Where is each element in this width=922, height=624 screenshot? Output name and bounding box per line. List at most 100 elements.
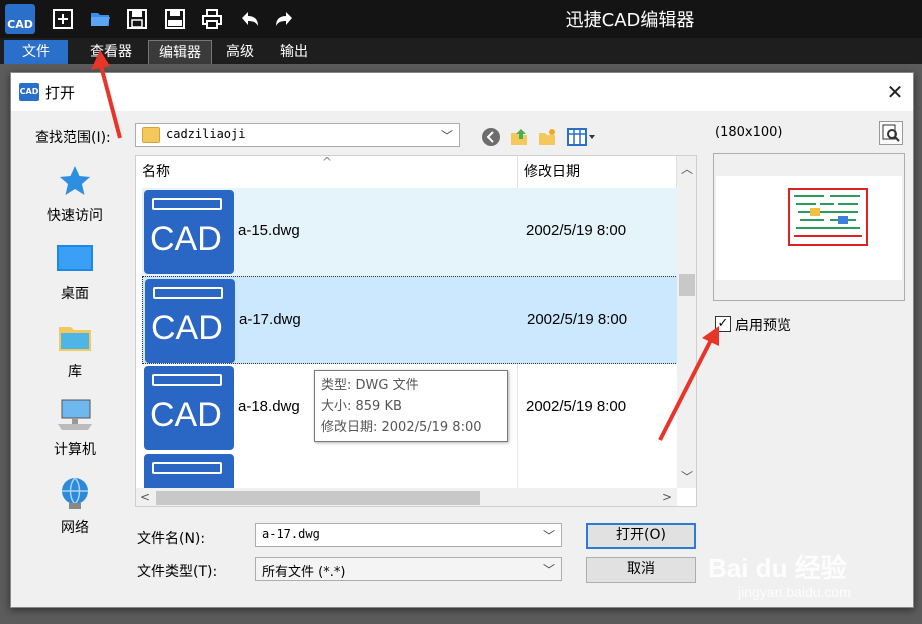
save-pdf-button[interactable]: [162, 6, 188, 32]
open-folder-button[interactable]: [87, 6, 113, 32]
desktop-icon: [57, 245, 93, 271]
star-icon: [60, 166, 90, 195]
preview-size-label: (180x100): [715, 125, 783, 140]
look-in-value: cadziliaoji: [166, 127, 246, 141]
file-date: 2002/5/19 8:00: [527, 311, 628, 328]
column-header-name[interactable]: 名称 ^: [136, 156, 518, 188]
file-row-selected[interactable]: CAD a-17.dwg 2002/5/19 8:00: [142, 276, 678, 364]
app-logo: CAD: [5, 4, 35, 34]
up-folder-icon: [511, 129, 527, 145]
watermark-url: jingyan.baidu.com: [738, 584, 851, 600]
filetype-label: 文件类型(T):: [137, 564, 218, 580]
file-name: a-15.dwg: [238, 222, 300, 239]
file-name: a-18.dwg: [238, 398, 300, 415]
magnifier-icon: [882, 124, 900, 142]
preview-panel: [713, 153, 905, 301]
folder-icon: [142, 127, 160, 143]
place-label: 桌面: [61, 286, 89, 302]
place-computer[interactable]: 计算机: [21, 397, 129, 459]
chevron-down-icon: ﹀: [542, 529, 555, 543]
folder-open-icon: [91, 13, 110, 26]
file-date: 2002/5/19 8:00: [526, 398, 627, 415]
scrollbar-thumb[interactable]: [156, 491, 480, 505]
computer-icon: [58, 399, 92, 430]
menu-tab-file[interactable]: 文件: [4, 40, 68, 64]
cad-file-icon: CAD: [145, 279, 235, 363]
sort-ascending-icon: ^: [322, 155, 333, 169]
tooltip-type: 类型: DWG 文件: [321, 378, 419, 393]
save-pdf-icon: [165, 9, 185, 29]
vertical-scrollbar[interactable]: ︿ ﹀: [677, 156, 696, 488]
new-folder-button[interactable]: [535, 125, 559, 149]
new-file-icon: [53, 9, 73, 29]
close-icon: ✕: [886, 80, 904, 104]
scroll-right-icon[interactable]: >: [662, 490, 672, 504]
place-desktop[interactable]: 桌面: [21, 241, 129, 303]
menu-tab-advanced[interactable]: 高级: [216, 40, 264, 64]
menu-tab-editor[interactable]: 编辑器: [148, 40, 212, 64]
places-bar: 快速访问 桌面 库 计算机 网络: [21, 155, 129, 607]
open-button[interactable]: 打开(O): [586, 523, 696, 549]
view-menu-button[interactable]: [565, 125, 599, 149]
file-name: a-17.dwg: [239, 311, 301, 328]
file-row[interactable]: CAD a-15.dwg 2002/5/19 8:00: [142, 188, 678, 276]
undo-icon: [242, 12, 258, 26]
redo-button[interactable]: [272, 6, 298, 32]
filename-value: a-17.dwg: [262, 527, 320, 541]
scroll-up-icon[interactable]: ︿: [681, 160, 693, 177]
scroll-left-icon[interactable]: <: [140, 490, 150, 504]
new-file-button[interactable]: [50, 6, 76, 32]
open-file-dialog: CAD 打开 ✕ 查找范围(I): cadziliaoji ﹀ 快速访问 桌面 …: [10, 72, 914, 608]
app-menubar: 文件 查看器 编辑器 高级 输出: [0, 38, 922, 64]
app-titlebar: CAD 迅捷CAD编辑器: [0, 0, 922, 38]
look-in-label: 查找范围(I):: [35, 130, 111, 146]
network-icon: [62, 477, 88, 509]
menu-tab-viewer[interactable]: 查看器: [80, 40, 142, 64]
undo-button[interactable]: [236, 6, 262, 32]
filename-combo[interactable]: a-17.dwg ﹀: [255, 523, 562, 547]
app-title: 迅捷CAD编辑器: [565, 10, 695, 31]
enable-preview-checkbox[interactable]: ✓: [715, 316, 731, 332]
save-icon: [127, 9, 147, 29]
save-button[interactable]: [124, 6, 150, 32]
back-button[interactable]: [479, 125, 503, 149]
scroll-down-icon[interactable]: ﹀: [681, 468, 693, 485]
filetype-value: 所有文件 (*.*): [262, 565, 346, 580]
enable-preview-label: 启用预览: [735, 318, 791, 334]
filename-label: 文件名(N):: [137, 531, 206, 547]
file-list: 名称 ^ 修改日期 CAD a-15.dwg 2002/5/19 8:00 CA…: [135, 155, 697, 507]
menu-tab-output[interactable]: 输出: [270, 40, 318, 64]
dialog-titlebar: CAD 打开 ✕: [11, 73, 913, 111]
print-button[interactable]: [199, 6, 225, 32]
preview-zoom-button[interactable]: [879, 121, 903, 145]
back-arrow-icon: [482, 128, 500, 146]
place-quick-access[interactable]: 快速访问: [21, 163, 129, 225]
chevron-down-icon: ﹀: [440, 129, 453, 143]
scrollbar-thumb[interactable]: [679, 274, 695, 296]
printer-icon: [202, 9, 222, 29]
column-header-date[interactable]: 修改日期: [518, 156, 677, 188]
tooltip-modified: 修改日期: 2002/5/19 8:00: [321, 420, 482, 435]
file-info-tooltip: 类型: DWG 文件 大小: 859 KB 修改日期: 2002/5/19 8:…: [314, 370, 508, 442]
close-button[interactable]: ✕: [883, 80, 907, 104]
dialog-app-icon: CAD: [19, 83, 39, 101]
place-library[interactable]: 库: [21, 319, 129, 381]
place-label: 库: [68, 364, 82, 380]
place-label: 计算机: [54, 442, 96, 458]
file-date: 2002/5/19 8:00: [526, 222, 627, 239]
view-grid-icon: [567, 128, 595, 146]
watermark-brand: Bai du 经验: [708, 553, 847, 583]
library-icon: [59, 327, 91, 351]
cad-file-icon: CAD: [144, 366, 234, 450]
up-folder-button[interactable]: [507, 125, 531, 149]
horizontal-scrollbar[interactable]: < >: [136, 488, 677, 506]
cancel-button[interactable]: 取消: [586, 557, 696, 583]
chevron-down-icon: ﹀: [542, 563, 555, 577]
look-in-combo[interactable]: cadziliaoji ﹀: [135, 123, 460, 147]
filetype-select[interactable]: 所有文件 (*.*) ﹀: [255, 557, 562, 581]
preview-image: [716, 176, 902, 280]
place-label: 网络: [61, 520, 89, 536]
cad-drawing-thumbnail: [788, 188, 868, 246]
new-folder-icon: [539, 129, 555, 145]
place-network[interactable]: 网络: [21, 475, 129, 537]
